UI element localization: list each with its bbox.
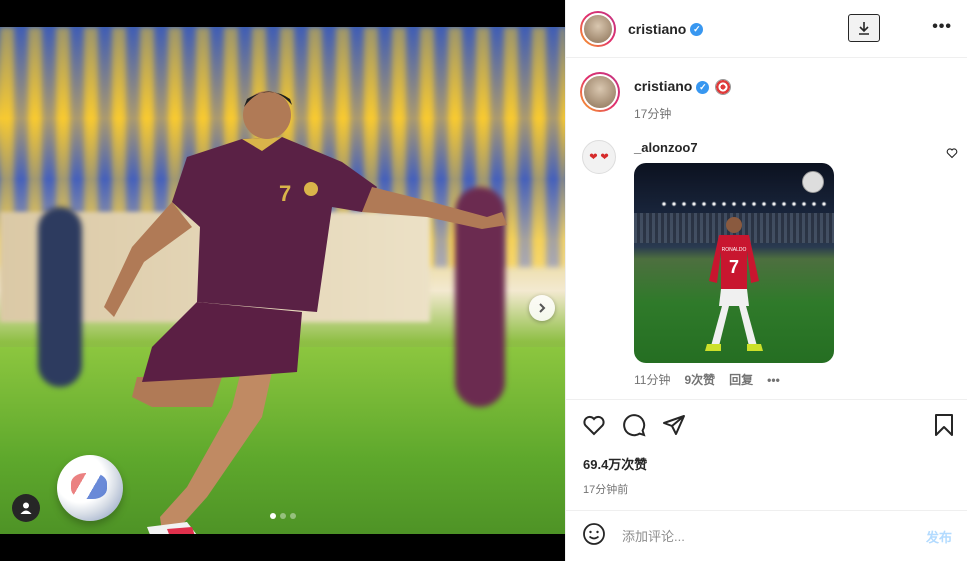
post-header: cristiano ✓ ••• [566, 0, 967, 58]
comment-username[interactable]: _alonzoo7 [634, 140, 834, 155]
background-player-left [38, 207, 82, 387]
soccer-ball [57, 455, 123, 521]
comment-icon[interactable] [622, 413, 646, 442]
avatar[interactable] [580, 10, 616, 47]
comment-input[interactable] [620, 527, 926, 545]
carousel-dot [280, 513, 286, 519]
share-icon[interactable] [662, 413, 686, 442]
post-comment-button[interactable]: 发布 [926, 527, 952, 546]
heart-icon[interactable] [946, 146, 958, 164]
avatar[interactable]: ❤ ❤ [582, 140, 616, 175]
caption: cristiano ✓ 17分钟 [566, 58, 967, 122]
post-date: 17分钟前 [583, 484, 629, 496]
verified-icon: ✓ [696, 80, 710, 94]
comment-more-icon[interactable]: ••• [767, 373, 780, 387]
comment-item: ❤ ❤ _alonzoo7 RONALDO 7 11分钟 9次赞 回复 ••• [566, 122, 967, 388]
post-actions: 69.4万次赞 17分钟前 [566, 399, 967, 497]
add-comment-bar: 发布 [566, 510, 967, 561]
carousel-dot [290, 513, 296, 519]
gif-player-number: 7 [729, 257, 739, 277]
player-figure: 7 [104, 91, 507, 534]
comment-time: 11分钟 [634, 373, 671, 388]
more-options-icon[interactable]: ••• [932, 18, 952, 36]
avatar[interactable] [580, 72, 620, 112]
club-crest-icon [802, 171, 824, 194]
like-count[interactable]: 69.4万次赞 [566, 442, 967, 473]
carousel-dots [270, 513, 296, 519]
comment-likes[interactable]: 9次赞 [684, 371, 715, 388]
post-side-panel: cristiano ✓ ••• cristiano ✓ 17分钟 ❤ ❤ _alon… [565, 0, 967, 561]
user-tag-icon[interactable] [12, 494, 40, 522]
like-icon[interactable] [582, 413, 606, 442]
header-username[interactable]: cristiano ✓ [628, 21, 704, 37]
gif-player-figure: RONALDO 7 [705, 217, 763, 352]
gif-player-name: RONALDO [722, 247, 747, 253]
caption-username[interactable]: cristiano ✓ [634, 78, 732, 96]
post-media: 7 [0, 0, 565, 561]
comment-gif[interactable]: RONALDO 7 [634, 163, 834, 364]
emoji-icon[interactable] [582, 522, 606, 551]
next-arrow-icon[interactable] [529, 295, 555, 321]
jersey-number: 7 [279, 181, 291, 206]
post-photo[interactable]: 7 [0, 27, 565, 534]
target-emoji-icon [715, 79, 732, 96]
save-icon[interactable] [934, 414, 954, 441]
stadium-lights [659, 201, 829, 208]
carousel-dot [270, 513, 276, 519]
caption-time: 17分钟 [634, 107, 672, 122]
comment-meta: 11分钟 9次赞 回复 ••• [634, 371, 834, 388]
reply-button[interactable]: 回复 [729, 371, 753, 388]
download-icon[interactable] [848, 14, 880, 42]
verified-icon: ✓ [690, 23, 704, 37]
